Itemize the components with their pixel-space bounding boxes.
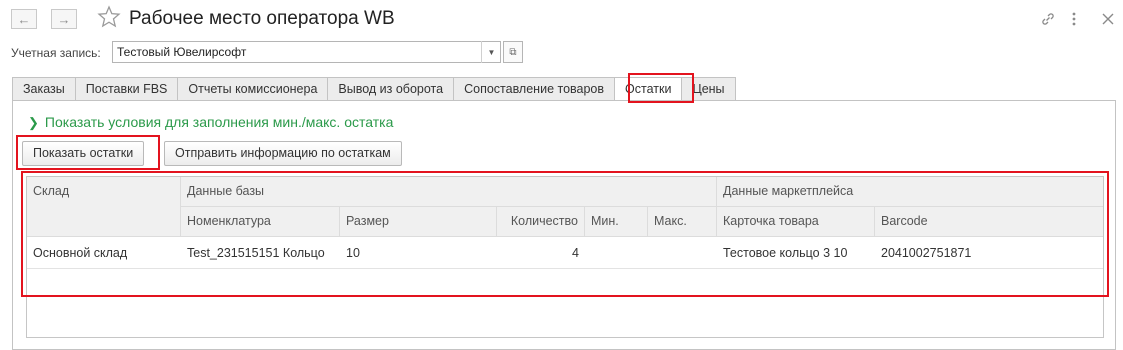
tab-stock[interactable]: Остатки [614, 77, 682, 101]
tab-commission-reports[interactable]: Отчеты комиссионера [177, 77, 328, 101]
tab-bar: Заказы Поставки FBS Отчеты комиссионера … [12, 77, 736, 101]
cell-size: 10 [346, 246, 360, 260]
row-divider [27, 268, 1103, 269]
chevron-down-icon: ▼ [487, 47, 496, 57]
stock-table: Склад Данные базы Данные маркетплейса Но… [26, 176, 1104, 338]
more-vertical-icon[interactable] [1071, 11, 1077, 27]
open-window-icon: ⧉ [509, 46, 517, 58]
header-group-marketplace: Данные маркетплейса [717, 177, 1103, 207]
send-stock-button[interactable]: Отправить информацию по остаткам [164, 141, 402, 166]
cell-product-card: Тестовое кольцо 3 10 [723, 246, 848, 260]
link-icon[interactable] [1040, 11, 1056, 27]
forward-button[interactable]: → [51, 9, 77, 29]
cell-quantity: 4 [572, 246, 579, 260]
header-size[interactable]: Размер [340, 207, 497, 237]
account-label: Учетная запись: [11, 46, 101, 60]
header-nomenclature[interactable]: Номенклатура [181, 207, 340, 237]
tab-prices[interactable]: Цены [681, 77, 736, 101]
header-quantity[interactable]: Количество [497, 207, 585, 237]
account-field[interactable]: Тестовый Ювелирсофт [112, 41, 501, 63]
tab-withdrawal[interactable]: Вывод из оборота [327, 77, 454, 101]
header-barcode[interactable]: Barcode [875, 207, 1103, 237]
arrow-left-icon: ← [17, 11, 31, 27]
chevron-right-icon: ❯ [28, 115, 39, 130]
tab-product-matching[interactable]: Сопоставление товаров [453, 77, 615, 101]
account-open-button[interactable]: ⧉ [503, 41, 523, 63]
tab-fbs-supplies[interactable]: Поставки FBS [74, 77, 178, 101]
cell-nomenclature: Test_231515151 Кольцо [187, 246, 325, 260]
cell-min [585, 238, 648, 268]
header-product-card[interactable]: Карточка товара [717, 207, 875, 237]
account-dropdown-button[interactable]: ▼ [481, 41, 501, 63]
arrow-right-icon: → [57, 11, 71, 27]
header-min[interactable]: Мин. [585, 207, 648, 237]
conditions-toggle-link[interactable]: ❯ Показать условия для заполнения мин./ма… [28, 114, 393, 131]
cell-max [648, 238, 717, 268]
header-warehouse[interactable]: Склад [27, 177, 181, 237]
close-icon[interactable] [1102, 13, 1114, 25]
cell-warehouse: Основной склад [33, 246, 128, 260]
star-icon[interactable] [97, 5, 121, 29]
back-button[interactable]: ← [11, 9, 37, 29]
show-stock-button[interactable]: Показать остатки [22, 141, 145, 166]
header-group-base: Данные базы [181, 177, 717, 207]
tab-orders[interactable]: Заказы [12, 77, 75, 101]
page-title: Рабочее место оператора WB [129, 8, 395, 29]
cell-barcode: 2041002751871 [881, 246, 972, 260]
header-max[interactable]: Макс. [648, 207, 717, 237]
